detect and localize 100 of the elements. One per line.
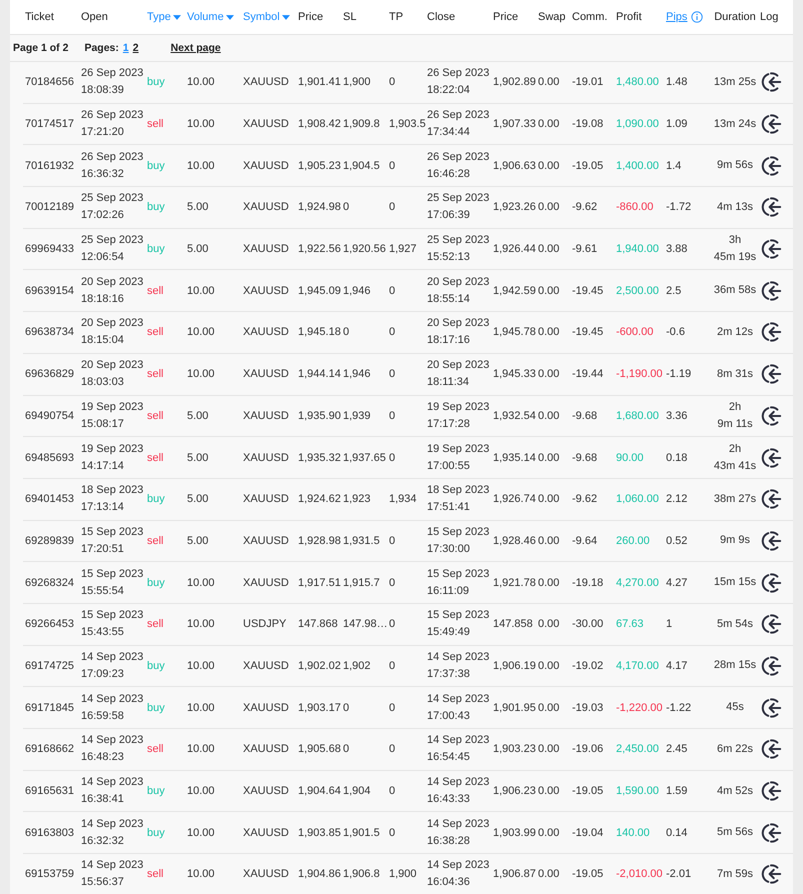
profit-cell-text: 4,170.00 bbox=[616, 660, 660, 672]
close-price-cell-text: 1,906.87 bbox=[493, 868, 537, 880]
log-icon[interactable] bbox=[760, 696, 782, 719]
sl-cell-text: 1,904 bbox=[343, 785, 372, 798]
log-icon[interactable] bbox=[760, 446, 782, 469]
profit-cell-text: 1,480.00 bbox=[616, 76, 660, 88]
next-page-link[interactable]: Next page bbox=[170, 42, 221, 54]
sl-cell-text: 1,909.8 bbox=[343, 118, 381, 130]
log-icon[interactable] bbox=[760, 738, 782, 760]
open-time-cell-text: 14 Sep 2023 16:32:32 bbox=[81, 816, 144, 849]
log-icon[interactable] bbox=[760, 154, 782, 177]
log-icon[interactable] bbox=[760, 196, 782, 218]
sort-header[interactable]: Type bbox=[147, 11, 181, 23]
log-icon[interactable] bbox=[760, 613, 782, 636]
close-price-cell-text: 1,923.26 bbox=[493, 201, 537, 214]
caret-icon bbox=[172, 14, 181, 20]
volume-cell-text: 5.00 bbox=[187, 410, 210, 422]
profit-cell-text: 1,590.00 bbox=[616, 785, 660, 798]
page-link[interactable]: 1 bbox=[122, 42, 129, 54]
close-time-cell-text: 19 Sep 2023 17:00:55 bbox=[427, 442, 490, 474]
symbol-cell-text: XAUUSD bbox=[243, 702, 290, 714]
pips-header-link[interactable]: Pips bbox=[666, 11, 688, 23]
pips-cell-text: 0.14 bbox=[666, 826, 688, 839]
caret-icon bbox=[226, 14, 234, 20]
log-icon[interactable] bbox=[760, 654, 782, 677]
duration-cell-text: 15m 15s bbox=[714, 575, 756, 590]
close-time-cell-text: 20 Sep 2023 18:17:16 bbox=[427, 316, 490, 348]
close-time-cell-text: 26 Sep 2023 16:46:28 bbox=[427, 150, 490, 182]
ticket-cell-text: 69636829 bbox=[25, 368, 75, 380]
volume-cell-text: 10.00 bbox=[187, 160, 216, 172]
info-icon[interactable] bbox=[691, 11, 704, 23]
open-time-cell-text: 14 Sep 2023 16:48:23 bbox=[81, 733, 144, 766]
log-icon[interactable] bbox=[760, 71, 782, 94]
swap-cell-text: 0.00 bbox=[538, 243, 560, 256]
sl-cell-text: 1,900 bbox=[343, 76, 372, 88]
pips-cell-text: -1.72 bbox=[666, 201, 692, 214]
symbol-cell-text: XAUUSD bbox=[243, 576, 290, 589]
log-icon[interactable] bbox=[760, 488, 782, 510]
log-icon[interactable] bbox=[760, 404, 782, 427]
page-link[interactable]: 2 bbox=[132, 42, 139, 54]
ticket-cell-text: 69153759 bbox=[25, 868, 75, 880]
log-icon[interactable] bbox=[760, 780, 782, 802]
pips-cell-text: 0.18 bbox=[666, 452, 688, 464]
commission-cell-text: -19.08 bbox=[572, 118, 604, 130]
log-icon[interactable] bbox=[760, 113, 782, 136]
sort-header[interactable]: Symbol bbox=[243, 11, 290, 23]
pips-cell-text: 1.48 bbox=[666, 76, 688, 88]
open-time-cell-text: 26 Sep 2023 16:36:32 bbox=[81, 150, 144, 182]
close-time-cell-text: 25 Sep 2023 15:52:13 bbox=[427, 233, 490, 266]
log-icon[interactable] bbox=[760, 280, 782, 302]
duration-cell-text: 36m 58s bbox=[714, 283, 756, 298]
column-header: Price bbox=[493, 11, 518, 23]
duration-cell-text: 5m 56s bbox=[716, 825, 754, 840]
sl-cell-text: 1,939 bbox=[343, 410, 372, 422]
ticket-cell-text: 69163803 bbox=[25, 826, 75, 839]
ticket-cell-text: 69639154 bbox=[25, 284, 75, 297]
volume-cell-text: 5.00 bbox=[187, 201, 210, 214]
ticket-cell-text: 70174517 bbox=[25, 118, 75, 130]
close-price-cell-text: 1,945.78 bbox=[493, 326, 537, 338]
log-icon[interactable] bbox=[760, 321, 782, 344]
pips-cell-text: 1 bbox=[666, 618, 674, 630]
log-icon[interactable] bbox=[760, 572, 782, 594]
log-icon[interactable] bbox=[760, 822, 782, 844]
sort-header[interactable]: Volume bbox=[187, 11, 234, 23]
swap-cell-text: 0.00 bbox=[538, 326, 560, 338]
tp-cell-text: 0 bbox=[389, 76, 396, 88]
log-icon[interactable] bbox=[760, 363, 782, 386]
sl-cell-text: 1,946 bbox=[343, 284, 372, 297]
profit-cell-text: 140.00 bbox=[616, 826, 651, 839]
swap-cell-text: 0.00 bbox=[538, 576, 560, 589]
volume-cell-text: 10.00 bbox=[187, 76, 216, 88]
volume-cell-text: 5.00 bbox=[187, 534, 210, 547]
open-time-cell-text: 25 Sep 2023 17:02:26 bbox=[81, 191, 144, 224]
log-icon[interactable] bbox=[760, 238, 782, 260]
profit-cell-text: 2,450.00 bbox=[616, 743, 660, 756]
symbol-cell-text: XAUUSD bbox=[243, 160, 290, 172]
duration-cell-text: 13m 24s bbox=[714, 116, 756, 132]
sl-cell-text: 0 bbox=[343, 702, 350, 714]
close-price-cell-text: 1,906.19 bbox=[493, 660, 537, 672]
pips-cell-text: 3.36 bbox=[666, 410, 688, 422]
duration-cell-text: 2m 12s bbox=[716, 324, 754, 340]
profit-cell-text: 4,270.00 bbox=[616, 576, 660, 589]
log-icon[interactable] bbox=[760, 863, 782, 886]
volume-cell-text: 10.00 bbox=[187, 702, 216, 714]
column-header: Profit bbox=[616, 11, 642, 23]
log-icon[interactable] bbox=[760, 530, 782, 552]
volume-cell-text: 10.00 bbox=[187, 826, 216, 839]
swap-cell-text: 0.00 bbox=[538, 410, 560, 422]
swap-cell-text: 0.00 bbox=[538, 743, 560, 756]
trade-type-cell-text: buy bbox=[147, 826, 166, 839]
volume-cell-text: 10.00 bbox=[187, 743, 216, 756]
swap-cell-text: 0.00 bbox=[538, 368, 560, 380]
tp-cell-text: 0 bbox=[389, 368, 396, 380]
profit-cell-text: -600.00 bbox=[616, 326, 654, 338]
commission-cell-text: -19.18 bbox=[572, 576, 604, 589]
close-time-cell-text: 14 Sep 2023 16:54:45 bbox=[427, 733, 490, 766]
column-header: Log bbox=[760, 11, 778, 23]
ticket-cell-text: 69969433 bbox=[25, 243, 75, 256]
sl-cell-text: 1,931.5 bbox=[343, 534, 381, 547]
open-price-cell-text: 1,945.18 bbox=[298, 326, 342, 338]
